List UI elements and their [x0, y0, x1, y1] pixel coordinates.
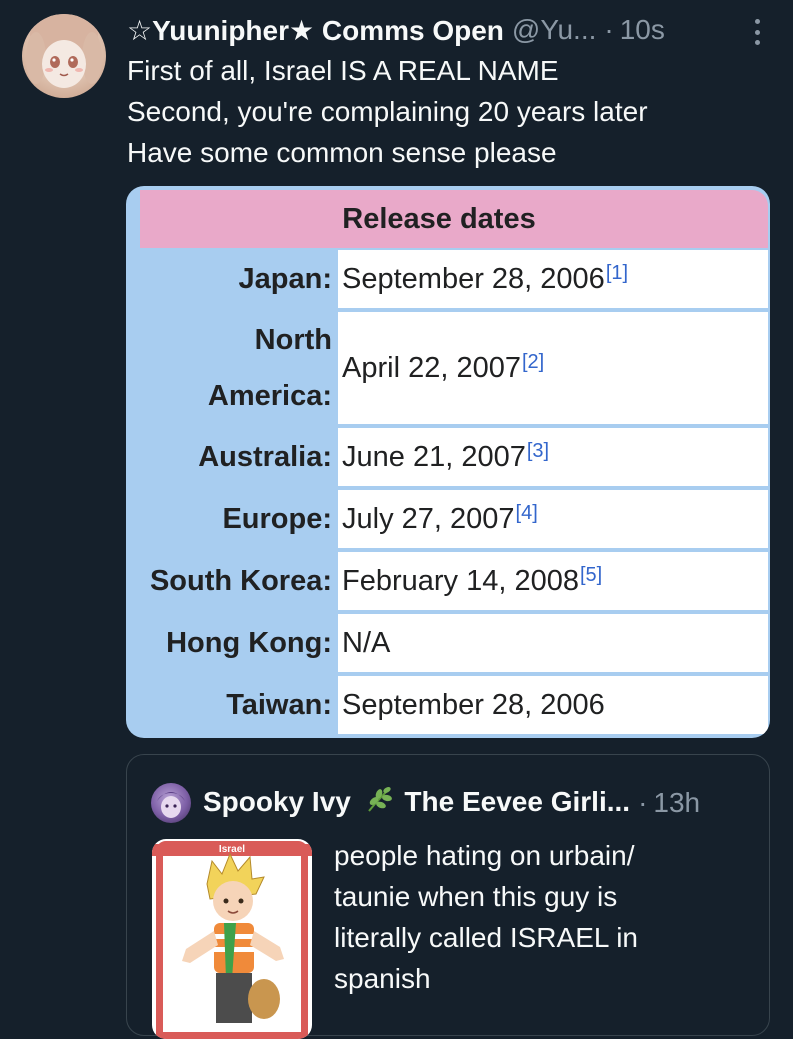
quoted-header-separator: ·: [638, 787, 648, 818]
table-row: Australia: June 21, 2007 [3]: [126, 428, 770, 486]
release-date-text: July 27, 2007: [342, 502, 515, 535]
character-illustration: [182, 852, 284, 1023]
more-options-icon[interactable]: [747, 14, 767, 50]
table-row: North America: April 22, 2007 [2]: [126, 312, 770, 424]
release-date: April 22, 2007 [2]: [338, 312, 768, 424]
tweet-text-line: Second, you're complaining 20 years late…: [127, 96, 648, 127]
region-label: North America:: [126, 312, 332, 424]
table-row: Japan: September 28, 2006 [1]: [126, 250, 770, 308]
herb-icon: [363, 785, 393, 822]
tweet-header: ☆Yuunipher★ Comms Open @Yu... · 10s: [127, 10, 763, 50]
more-dot: [754, 39, 760, 45]
author-handle[interactable]: @Yu...: [512, 14, 596, 46]
release-date: N/A: [338, 614, 768, 672]
quoted-tweet-thumbnail[interactable]: Israel: [152, 839, 312, 1039]
release-date: July 27, 2007 [4]: [338, 490, 768, 548]
release-date: September 28, 2006 [1]: [338, 250, 768, 308]
quoted-author-display-name[interactable]: Spooky Ivy The Eevee Girli...: [203, 785, 630, 822]
region-label: Australia:: [198, 441, 332, 473]
table-row: Taiwan: September 28, 2006: [126, 676, 770, 734]
region-label: Japan:: [238, 263, 332, 295]
quoted-avatar-image: [157, 792, 185, 818]
reference-link[interactable]: [4]: [516, 502, 538, 525]
more-dot: [754, 29, 760, 35]
region-label: Taiwan:: [226, 689, 332, 721]
tweet-text-line: First of all, Israel IS A REAL NAME: [127, 55, 559, 86]
tweet-text: First of all, Israel IS A REAL NAME Seco…: [127, 50, 767, 173]
quoted-tweet[interactable]: Spooky Ivy The Eevee Girli... · 13h Isra…: [126, 754, 770, 1039]
region-label: South Korea:: [149, 565, 332, 597]
avatar-image: [26, 14, 102, 88]
quoted-tweet-header: Spooky Ivy The Eevee Girli... · 13h: [203, 781, 700, 825]
table-title: Release dates: [342, 202, 536, 235]
quoted-name-part: Spooky Ivy: [203, 785, 351, 817]
release-date-text: April 22, 2007: [342, 351, 521, 384]
release-date: September 28, 2006: [338, 676, 768, 734]
release-date: June 21, 2007 [3]: [338, 428, 768, 486]
quoted-author-avatar[interactable]: [151, 783, 191, 823]
region-label: Hong Kong:: [166, 627, 332, 659]
release-date-text: February 14, 2008: [342, 564, 579, 597]
quoted-text-line: taunie when this guy is: [334, 881, 618, 912]
region-label-line: North: [254, 324, 332, 356]
reference-link[interactable]: [3]: [527, 440, 549, 463]
table-header: Release dates: [140, 190, 768, 248]
quoted-tweet-timestamp[interactable]: 13h: [653, 787, 700, 819]
author-avatar[interactable]: [22, 14, 106, 98]
release-date: February 14, 2008 [5]: [338, 552, 768, 610]
release-date-text: September 28, 2006: [342, 688, 605, 721]
quoted-name-part: The Eevee Girli...: [404, 785, 631, 817]
region-label-line: America:: [207, 380, 332, 412]
release-date-text: N/A: [342, 626, 391, 659]
header-separator: ·: [604, 14, 614, 45]
table-row: Hong Kong: N/A: [126, 614, 770, 672]
quoted-text-line: spanish: [334, 963, 431, 994]
release-date-text: June 21, 2007: [342, 440, 526, 473]
reference-link[interactable]: [2]: [522, 351, 544, 374]
release-date-text: September 28, 2006: [342, 262, 605, 295]
quoted-text-line: literally called ISRAEL in: [334, 922, 638, 953]
region-label: Europe:: [222, 503, 332, 535]
reference-link[interactable]: [5]: [580, 564, 602, 587]
tweet-timestamp[interactable]: 10s: [620, 14, 665, 46]
table-row: Europe: July 27, 2007 [4]: [126, 490, 770, 548]
author-display-name[interactable]: ☆Yuunipher★ Comms Open: [127, 14, 504, 47]
reference-link[interactable]: [1]: [606, 262, 628, 285]
more-dot: [754, 19, 760, 25]
tweet-text-line: Have some common sense please: [127, 137, 557, 168]
table-row: South Korea: February 14, 2008 [5]: [126, 552, 770, 610]
quoted-tweet-text: people hating on urbain/ taunie when thi…: [334, 835, 754, 999]
quoted-text-line: people hating on urbain/: [334, 840, 635, 871]
tweet-image-release-table[interactable]: Release dates Japan: September 28, 2006[…: [126, 186, 770, 738]
